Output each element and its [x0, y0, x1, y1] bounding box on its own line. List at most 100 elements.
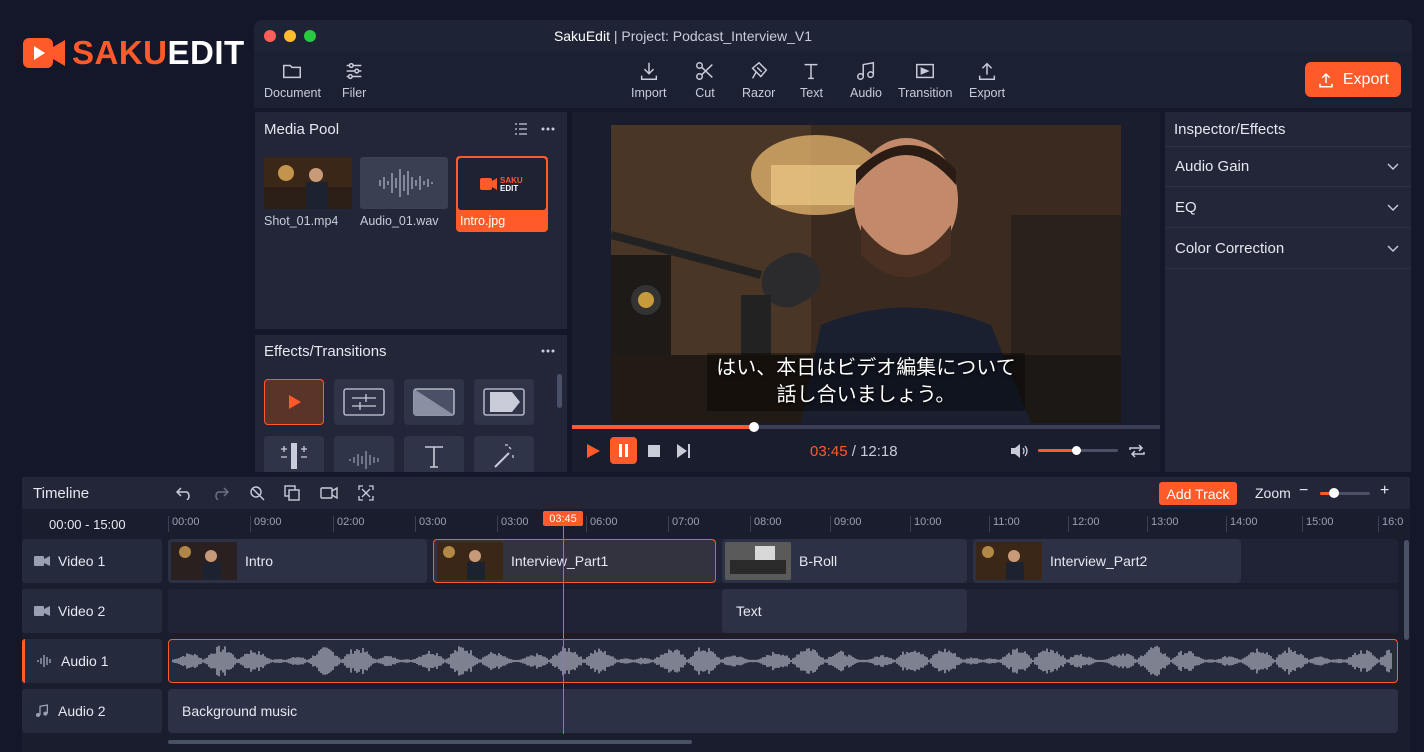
clip-background-music[interactable]: Background music: [168, 689, 1398, 733]
undo-icon[interactable]: [176, 486, 194, 500]
more-options-icon[interactable]: [541, 349, 555, 353]
ruler-tick-line: [1147, 516, 1148, 532]
effect-play[interactable]: [264, 379, 324, 425]
fullscreen-icon[interactable]: [358, 485, 374, 501]
clip-text[interactable]: Text: [722, 589, 967, 633]
volume-knob[interactable]: [1071, 446, 1081, 455]
play-icon[interactable]: [586, 444, 600, 458]
playhead-line[interactable]: [563, 526, 564, 734]
track-header-video-1[interactable]: Video 1: [22, 539, 162, 583]
clip-interview-part1[interactable]: Interview_Part1: [433, 539, 716, 583]
effect-wipe[interactable]: [404, 379, 464, 425]
video-preview[interactable]: はい、本日はビデオ編集について 話し合いましょう。: [611, 125, 1121, 423]
saku-logo-thumbnail: SAKU EDIT: [480, 176, 523, 193]
effect-magic[interactable]: [474, 436, 534, 472]
zoom-slider-knob[interactable]: [1329, 488, 1339, 498]
ruler-tick-line: [1068, 516, 1069, 532]
ruler-tick-label: 07:00: [672, 516, 700, 528]
ruler-tick-line: [1226, 516, 1227, 532]
svg-text:EDIT: EDIT: [500, 184, 518, 193]
subtitle-line-2: 話し合いましょう。: [776, 384, 956, 406]
zoom-in-button[interactable]: +: [1380, 482, 1389, 500]
music-note-icon: [857, 61, 875, 80]
ruler-tick-line: [989, 516, 990, 532]
timecode: 03:45 / 12:18: [810, 443, 898, 460]
zoom-fit-icon[interactable]: [249, 485, 265, 501]
volume-icon[interactable]: [1010, 443, 1028, 459]
ruler-tick-label: 13:00: [1151, 516, 1179, 528]
logo-text-accent: SAKU: [72, 34, 168, 71]
video-camera-icon[interactable]: [320, 486, 338, 500]
upload-icon: [1319, 72, 1333, 87]
playback-progress-fill: [572, 425, 755, 429]
ruler-tick-label: 12:00: [1072, 516, 1100, 528]
ruler-tick-label: 09:00: [254, 516, 282, 528]
export-tool-button[interactable]: Export: [969, 60, 1005, 100]
transition-icon: [916, 63, 935, 79]
timeline-title: Timeline: [33, 485, 90, 502]
text-button[interactable]: Text: [800, 60, 823, 100]
export-button[interactable]: Export: [1305, 62, 1401, 97]
zoom-out-button[interactable]: −: [1299, 482, 1308, 500]
inspector-audio-gain[interactable]: Audio Gain: [1165, 147, 1411, 187]
track-header-audio-2[interactable]: Audio 2: [22, 689, 162, 733]
wipe-icon: [413, 388, 455, 416]
ruler-tick-line: [910, 516, 911, 532]
audio-button[interactable]: Audio: [850, 60, 882, 100]
playhead-time[interactable]: 03:45: [543, 511, 583, 526]
folder-icon: [283, 64, 302, 79]
ruler-tick-line: [586, 516, 587, 532]
ruler-tick-line: [497, 516, 498, 532]
video-camera-icon: [34, 556, 50, 566]
track-header-audio-1[interactable]: Audio 1: [22, 639, 162, 683]
intro-thumbnail: SAKU EDIT: [458, 158, 546, 210]
stop-icon[interactable]: [648, 445, 660, 457]
magic-wand-icon: [494, 444, 514, 468]
ruler-tick-label: 03:00: [501, 516, 529, 528]
redo-icon[interactable]: [211, 486, 229, 500]
add-track-button[interactable]: Add Track: [1159, 482, 1237, 505]
skip-forward-icon[interactable]: [677, 444, 691, 458]
duplicate-icon[interactable]: [284, 485, 301, 501]
inspector-color-correction[interactable]: Color Correction: [1165, 229, 1411, 269]
timeline-horizontal-scrollbar[interactable]: [168, 740, 692, 744]
clip-audio-waveform[interactable]: [168, 639, 1398, 683]
play-icon: [289, 395, 301, 409]
filer-button[interactable]: Filer: [342, 60, 366, 100]
clip-thumbnail: [725, 542, 791, 580]
effects-title: Effects/Transitions: [264, 343, 387, 360]
inspector-eq[interactable]: EQ: [1165, 188, 1411, 228]
media-item-shot01[interactable]: [264, 157, 352, 209]
effect-text[interactable]: [404, 436, 464, 472]
pause-button[interactable]: [610, 437, 637, 464]
list-view-icon[interactable]: [514, 122, 528, 136]
subtitle-line-1: はい、本日はビデオ編集について: [716, 357, 1016, 379]
effect-slide[interactable]: [474, 379, 534, 425]
razor-button[interactable]: Razor: [742, 60, 775, 100]
transition-button[interactable]: Transition: [898, 60, 952, 100]
video-camera-icon: [34, 606, 50, 616]
effect-audio[interactable]: [334, 436, 394, 472]
ruler-tick-line: [1302, 516, 1303, 532]
timeline-vertical-scrollbar[interactable]: [1404, 540, 1409, 640]
razor-icon: [751, 61, 768, 79]
clip-thumbnail: [171, 542, 237, 580]
document-button[interactable]: Document: [264, 60, 321, 100]
adjust-icon: [343, 388, 385, 416]
clip-b-roll[interactable]: B-Roll: [722, 539, 967, 583]
ruler-tick-label: 16:0: [1382, 516, 1404, 528]
effect-split[interactable]: [264, 436, 324, 472]
effects-scrollbar[interactable]: [557, 374, 562, 408]
clip-intro[interactable]: Intro: [168, 539, 427, 583]
loop-icon[interactable]: [1128, 443, 1146, 459]
ruler-tick-line: [1378, 516, 1379, 532]
import-button[interactable]: Import: [631, 60, 666, 100]
media-item-audio01[interactable]: [360, 157, 448, 209]
clip-interview-part2[interactable]: Interview_Part2: [973, 539, 1241, 583]
track-header-video-2[interactable]: Video 2: [22, 589, 162, 633]
effect-adjust[interactable]: [334, 379, 394, 425]
waveform-icon: [37, 655, 51, 667]
waveform-icon: [379, 169, 433, 197]
cut-button[interactable]: Cut: [694, 60, 716, 100]
more-options-icon[interactable]: [541, 127, 555, 131]
